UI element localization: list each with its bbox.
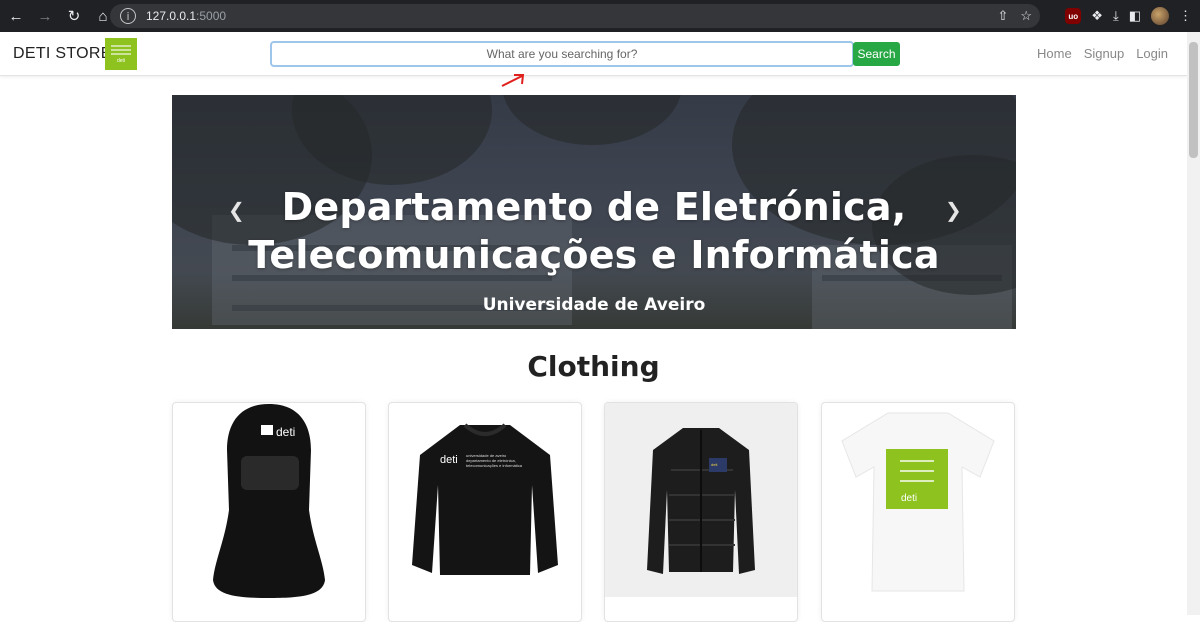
product-card[interactable]: deti universidade de aveiro departamento… [388, 402, 582, 622]
t-shirt-image[interactable]: deti [822, 403, 1014, 597]
extensions-puzzle-icon[interactable]: ❖ [1091, 8, 1103, 24]
deti-logo[interactable]: deti [105, 38, 137, 70]
forward-icon[interactable]: → [32, 3, 58, 29]
site-navbar: DETI STORE deti Search Home Signup Login [0, 32, 1187, 76]
puffer-jacket-image[interactable]: deti [605, 403, 797, 597]
product-card[interactable]: deti [172, 402, 366, 622]
nav-signup-link[interactable]: Signup [1084, 46, 1124, 61]
download-icon[interactable]: ⤓ [1113, 8, 1119, 24]
hero-title: Departamento de Eletrónica, Telecomunica… [172, 183, 1016, 279]
jacket-patch-text: deti [711, 462, 718, 467]
url-host: 127.0.0.1 [146, 9, 197, 23]
sweatshirt-brand-text: deti [440, 454, 458, 466]
info-icon[interactable]: i [120, 8, 136, 24]
section-title: Clothing [527, 350, 660, 383]
brand-name[interactable]: DETI STORE [13, 45, 112, 63]
nav-login-link[interactable]: Login [1136, 46, 1168, 61]
t-shirt-brand-text: deti [901, 493, 917, 504]
page-scrollbar[interactable] [1187, 32, 1200, 615]
balaclava-brand-text: deti [276, 425, 295, 439]
menu-kebab-icon[interactable]: ⋮ [1179, 8, 1192, 24]
hero-carousel: ❮ ❯ Departamento de Eletrónica, Telecomu… [172, 95, 1016, 329]
nav-home-link[interactable]: Home [1037, 46, 1072, 61]
nav-links: Home Signup Login [1037, 46, 1168, 61]
bookmark-star-icon[interactable]: ☆ [1020, 8, 1032, 24]
product-card[interactable]: deti [604, 402, 798, 622]
address-bar[interactable]: i 127.0.0.1:5000 ⇧ ☆ [110, 4, 1040, 28]
hero-subtitle: Universidade de Aveiro [482, 295, 706, 315]
browser-toolbar: ← → ↻ ⌂ i 127.0.0.1:5000 ⇧ ☆ uo ❖ ⤓ ◧ ⋮ [0, 0, 1200, 32]
search-button[interactable]: Search [853, 42, 900, 66]
hero-title-line1: Departamento de Eletrónica, [281, 185, 907, 229]
scrollbar-thumb[interactable] [1189, 42, 1198, 158]
ublock-extension-icon[interactable]: uo [1065, 8, 1082, 24]
reload-icon[interactable]: ↻ [61, 3, 87, 29]
side-panel-icon[interactable]: ◧ [1129, 8, 1141, 24]
red-arrow-annotation [501, 74, 525, 87]
deti-logo-text: deti [116, 57, 126, 64]
sweatshirt-print-line3: telecomunicações e informática [466, 463, 523, 468]
share-icon[interactable]: ⇧ [997, 8, 1008, 24]
search-input[interactable] [270, 41, 854, 67]
url-port: :5000 [196, 9, 227, 23]
product-card[interactable]: deti [821, 402, 1015, 622]
hero-title-line2: Telecomunicações e Informática [248, 233, 940, 277]
profile-avatar[interactable] [1151, 7, 1169, 25]
balaclava-image[interactable]: deti [173, 403, 365, 598]
sweatshirt-image[interactable]: deti universidade de aveiro departamento… [389, 403, 581, 597]
back-icon[interactable]: ← [3, 3, 29, 29]
